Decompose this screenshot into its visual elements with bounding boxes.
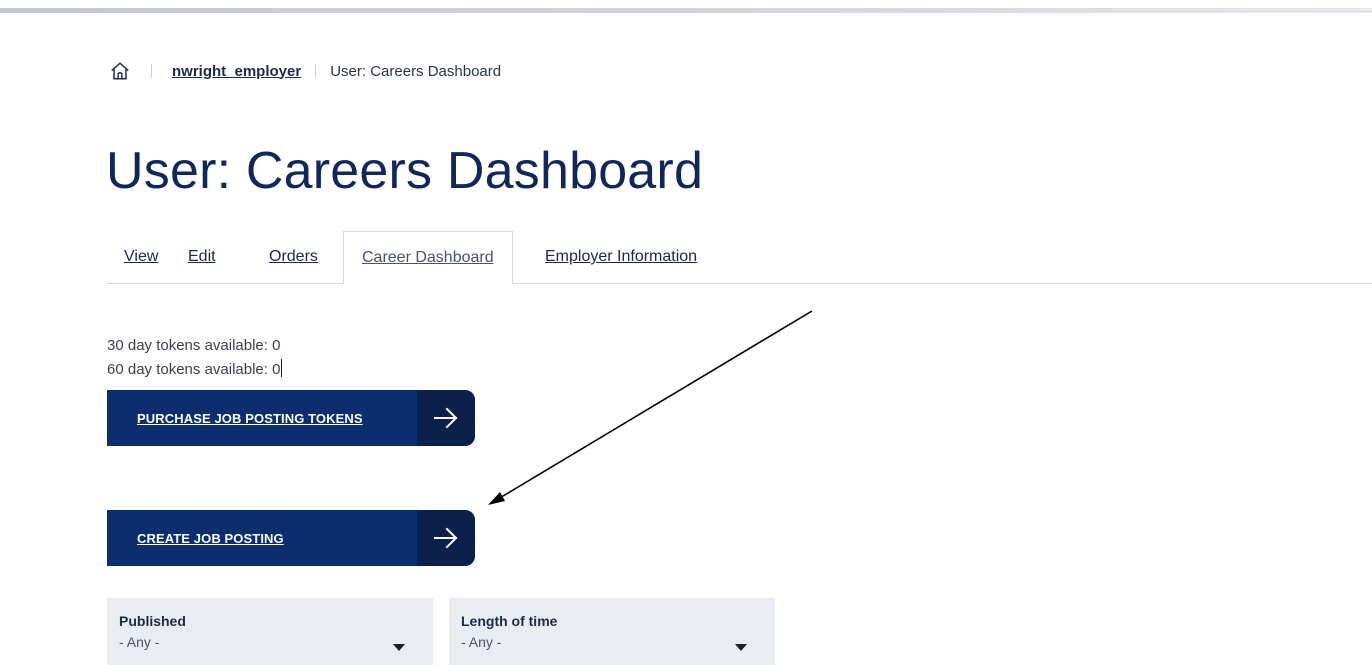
- length-of-time-filter[interactable]: Length of time - Any -: [449, 598, 775, 665]
- tokens-30-day: 30 day tokens available: 0: [107, 337, 281, 354]
- tokens-60-day-row: 60 day tokens available: 0: [107, 358, 283, 382]
- breadcrumb-user-link[interactable]: nwright_employer: [172, 63, 301, 80]
- length-filter-value: - Any -: [461, 634, 502, 650]
- tokens-60-day: 60 day tokens available: 0: [107, 361, 281, 378]
- chevron-down-icon: [735, 644, 747, 651]
- breadcrumb-separator: [151, 64, 152, 78]
- create-job-posting-button[interactable]: CREATE JOB POSTING: [107, 510, 475, 566]
- breadcrumb-separator: [315, 64, 317, 78]
- tab-career-dashboard[interactable]: Career Dashboard: [343, 231, 513, 284]
- arrow-right-icon: [417, 510, 475, 566]
- create-button-label: CREATE JOB POSTING: [137, 530, 284, 546]
- purchase-button-label: PURCHASE JOB POSTING TOKENS: [137, 410, 363, 426]
- token-balances: 30 day tokens available: 0 60 day tokens…: [107, 334, 283, 382]
- arrow-right-icon: [417, 390, 475, 446]
- tab-edit[interactable]: Edit: [188, 231, 216, 283]
- careers-dashboard-page: nwright_employer User: Careers Dashboard…: [0, 0, 1372, 665]
- purchase-job-posting-tokens-button[interactable]: PURCHASE JOB POSTING TOKENS: [107, 390, 475, 446]
- text-cursor: [281, 359, 283, 377]
- breadcrumb-current: User: Careers Dashboard: [330, 62, 502, 80]
- published-filter-label: Published: [119, 613, 186, 629]
- home-icon[interactable]: [107, 58, 133, 84]
- tab-orders[interactable]: Orders: [269, 231, 318, 283]
- published-filter-value: - Any -: [119, 634, 160, 650]
- breadcrumb: nwright_employer User: Careers Dashboard: [107, 58, 501, 84]
- tab-bar: View Edit Orders Career Dashboard Employ…: [107, 231, 1372, 284]
- top-accent-bar: [0, 8, 1372, 13]
- length-filter-label: Length of time: [461, 613, 558, 629]
- tab-employer-information[interactable]: Employer Information: [545, 231, 697, 283]
- chevron-down-icon: [393, 644, 405, 651]
- tab-view[interactable]: View: [124, 231, 158, 283]
- published-filter[interactable]: Published - Any -: [107, 598, 433, 665]
- page-title: User: Careers Dashboard: [106, 142, 704, 200]
